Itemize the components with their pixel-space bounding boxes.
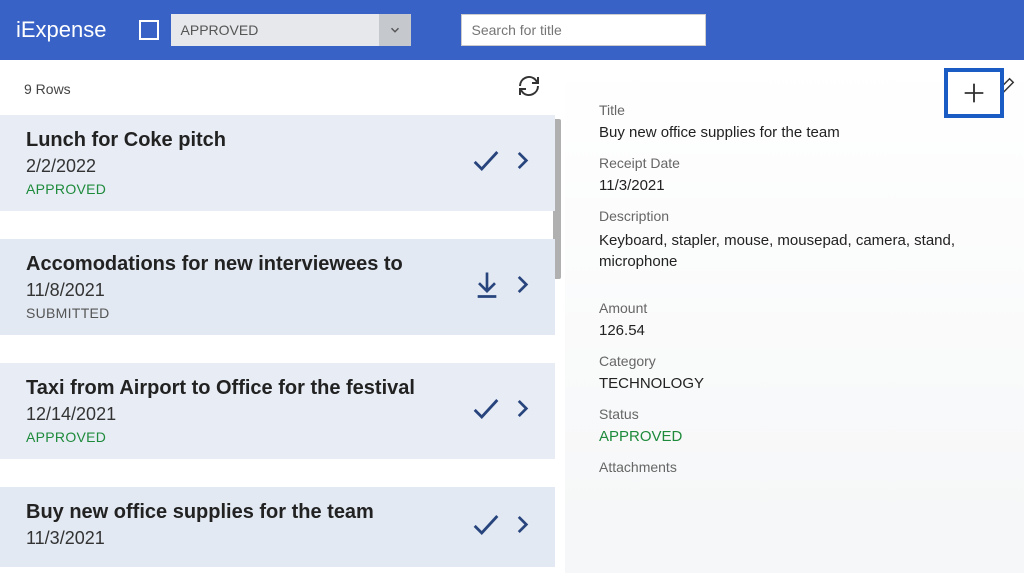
item-status: APPROVED <box>26 429 535 445</box>
filter-dropdown-value: APPROVED <box>171 22 379 38</box>
item-title: Buy new office supplies for the team <box>26 501 535 524</box>
field-label-amount: Amount <box>599 300 1000 316</box>
field-label-status: Status <box>599 406 1000 422</box>
field-value-category: TECHNOLOGY <box>599 375 1000 392</box>
item-status: APPROVED <box>26 181 535 197</box>
check-icon[interactable] <box>469 144 503 183</box>
field-value-amount: 126.54 <box>599 322 1000 339</box>
item-date: 2/2/2022 <box>26 156 535 177</box>
field-label-title: Title <box>599 102 1000 118</box>
chevron-right-icon[interactable] <box>509 272 535 303</box>
field-label-receipt-date: Receipt Date <box>599 155 1000 171</box>
app-title: iExpense <box>16 17 107 43</box>
field-value-receipt-date: 11/3/2021 <box>599 177 1000 194</box>
list-body: Lunch for Coke pitch 2/2/2022 APPROVED A… <box>0 115 565 573</box>
download-icon[interactable] <box>471 269 503 306</box>
chevron-down-icon[interactable] <box>379 14 411 46</box>
item-title: Taxi from Airport to Office for the fest… <box>26 377 535 400</box>
filter-dropdown[interactable]: APPROVED <box>171 14 411 46</box>
field-label-description: Description <box>599 208 1000 224</box>
item-date: 12/14/2021 <box>26 404 535 425</box>
app-header: iExpense APPROVED <box>0 0 1024 60</box>
search-input[interactable] <box>461 14 706 46</box>
refresh-icon[interactable] <box>517 74 541 103</box>
chevron-right-icon[interactable] <box>509 148 535 179</box>
item-date: 11/8/2021 <box>26 280 535 301</box>
list-item[interactable]: Taxi from Airport to Office for the fest… <box>0 363 555 459</box>
field-value-status: APPROVED <box>599 428 1000 445</box>
row-count: 9 Rows <box>24 81 71 97</box>
item-title: Lunch for Coke pitch <box>26 129 535 152</box>
list-item[interactable]: Buy new office supplies for the team 11/… <box>0 487 555 567</box>
item-title: Accomodations for new interviewees to <box>26 253 535 276</box>
check-icon[interactable] <box>469 508 503 547</box>
field-value-description: Keyboard, stapler, mouse, mousepad, came… <box>599 230 1000 272</box>
filter-checkbox[interactable] <box>139 20 159 40</box>
list-item[interactable]: Lunch for Coke pitch 2/2/2022 APPROVED <box>0 115 555 211</box>
list-item[interactable]: Accomodations for new interviewees to 11… <box>0 239 555 335</box>
field-value-title: Buy new office supplies for the team <box>599 124 1000 141</box>
list-pane: 9 Rows Lunch for Coke pitch 2/2/2022 APP… <box>0 60 565 573</box>
check-icon[interactable] <box>469 392 503 431</box>
item-date: 11/3/2021 <box>26 528 535 549</box>
chevron-right-icon[interactable] <box>509 512 535 543</box>
detail-pane: Title Buy new office supplies for the te… <box>565 60 1024 573</box>
field-label-attachments: Attachments <box>599 459 1000 475</box>
field-label-category: Category <box>599 353 1000 369</box>
chevron-right-icon[interactable] <box>509 396 535 427</box>
item-status: SUBMITTED <box>26 305 535 321</box>
add-button[interactable] <box>944 68 1004 118</box>
